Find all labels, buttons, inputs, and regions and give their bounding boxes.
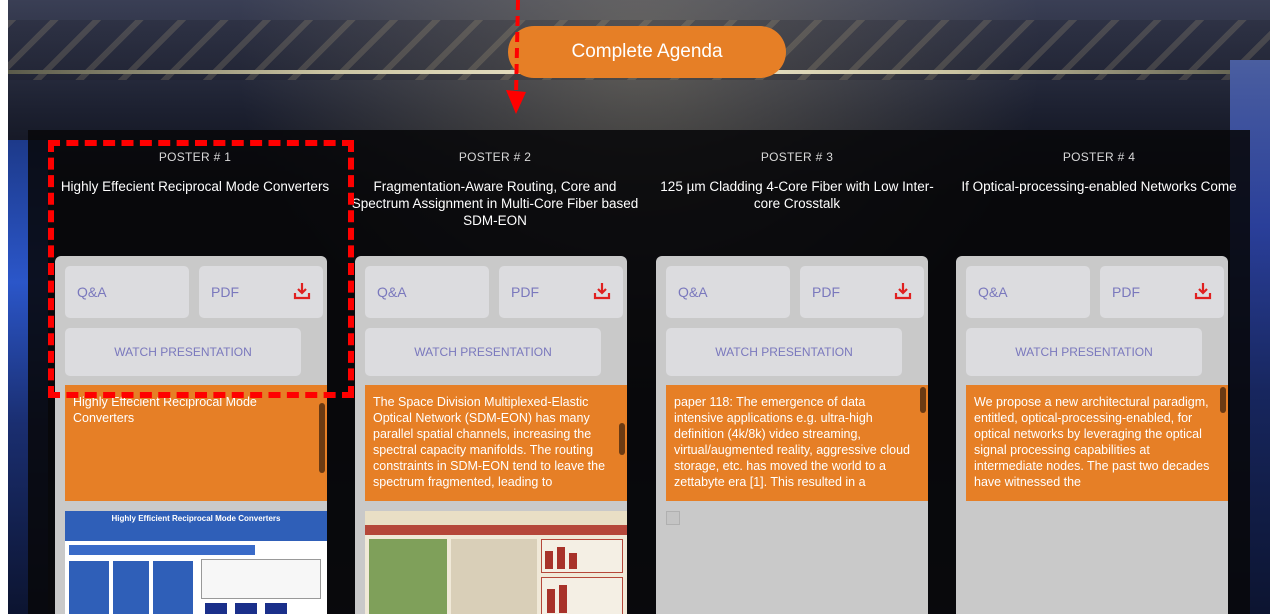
- scrollbar-thumb[interactable]: [920, 387, 926, 413]
- poster-number: POSTER # 4: [1062, 150, 1136, 164]
- poster-title: Fragmentation-Aware Routing, Core and Sp…: [351, 179, 639, 228]
- download-icon[interactable]: [894, 282, 912, 300]
- poster-header-3: POSTER # 3 125 µm Cladding 4-Core Fiber …: [652, 150, 942, 212]
- abstract-text: We propose a new architectural paradigm,…: [974, 395, 1210, 489]
- scrollbar-thumb[interactable]: [319, 403, 325, 473]
- poster-thumbnail[interactable]: [365, 511, 627, 614]
- pdf-button[interactable]: PDF: [1100, 266, 1224, 318]
- pdf-button[interactable]: PDF: [800, 266, 924, 318]
- poster-title: 125 µm Cladding 4-Core Fiber with Low In…: [660, 179, 934, 211]
- complete-agenda-button[interactable]: Complete Agenda: [508, 26, 786, 78]
- abstract-box[interactable]: Highly Effecient Reciprocal Mode Convert…: [65, 385, 327, 501]
- pdf-button[interactable]: PDF: [499, 266, 623, 318]
- qa-button[interactable]: Q&A: [666, 266, 790, 318]
- poster-card-3: Q&A PDF WATCH PRESENTATION paper 118: Th…: [656, 256, 928, 614]
- highlight-annotation-box: [48, 140, 354, 398]
- poster-thumbnail[interactable]: Highly Efficient Reciprocal Mode Convert…: [65, 511, 327, 614]
- abstract-box[interactable]: The Space Division Multiplexed-Elastic O…: [365, 385, 627, 501]
- poster-title: If Optical-processing-enabled Networks C…: [961, 179, 1237, 194]
- scrollbar-thumb[interactable]: [619, 423, 625, 455]
- broken-image-placeholder: [666, 511, 680, 525]
- watch-presentation-button[interactable]: WATCH PRESENTATION: [966, 328, 1202, 376]
- qa-button[interactable]: Q&A: [966, 266, 1090, 318]
- scrollbar-thumb[interactable]: [1220, 387, 1226, 413]
- poster-header-4: POSTER # 4 If Optical-processing-enabled…: [954, 150, 1244, 195]
- poster-card-2: Q&A PDF WATCH PRESENTATION The Space Div…: [355, 256, 627, 614]
- pdf-label: PDF: [812, 284, 840, 300]
- abstract-text: paper 118: The emergence of data intensi…: [674, 395, 911, 489]
- pdf-label: PDF: [511, 284, 539, 300]
- watch-presentation-button[interactable]: WATCH PRESENTATION: [666, 328, 902, 376]
- poster-header-2: POSTER # 2 Fragmentation-Aware Routing, …: [350, 150, 640, 229]
- watch-presentation-button[interactable]: WATCH PRESENTATION: [365, 328, 601, 376]
- pdf-label: PDF: [1112, 284, 1140, 300]
- abstract-box[interactable]: paper 118: The emergence of data intensi…: [666, 385, 928, 501]
- poster-number: POSTER # 2: [458, 150, 532, 164]
- download-icon[interactable]: [593, 282, 611, 300]
- poster-number: POSTER # 3: [760, 150, 834, 164]
- qa-button[interactable]: Q&A: [365, 266, 489, 318]
- abstract-text: Highly Effecient Reciprocal Mode Convert…: [73, 395, 257, 425]
- poster-card-4: Q&A PDF WATCH PRESENTATION We propose a …: [956, 256, 1228, 614]
- thumbnail-title: Highly Efficient Reciprocal Mode Convert…: [111, 514, 281, 523]
- annotation-arrow: [506, 0, 526, 114]
- download-icon[interactable]: [1194, 282, 1212, 300]
- abstract-text: The Space Division Multiplexed-Elastic O…: [373, 395, 606, 489]
- abstract-box[interactable]: We propose a new architectural paradigm,…: [966, 385, 1228, 501]
